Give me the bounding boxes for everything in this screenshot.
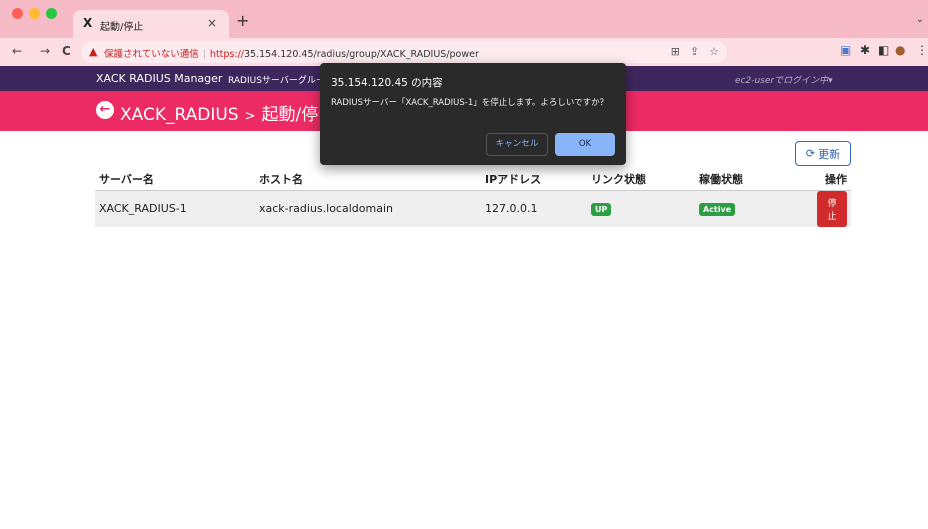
ok-button[interactable]: OK bbox=[555, 133, 615, 156]
link-status-badge: UP bbox=[591, 202, 612, 216]
browser-toolbar: ← → C ▲ 保護されていない通信 | https://35.154.120.45… bbox=[0, 38, 928, 66]
warning-icon: ▲ bbox=[89, 45, 98, 58]
col-server-name: サーバー名 bbox=[95, 168, 255, 191]
reload-button[interactable]: C bbox=[62, 44, 71, 58]
browser-tab[interactable]: X 起動/停止 × bbox=[73, 10, 229, 38]
puzzle-icon[interactable]: ✱ bbox=[860, 43, 870, 57]
confirm-dialog: 35.154.120.45 の内容 RADIUSサーバー「XACK_RADIUS… bbox=[320, 63, 626, 165]
close-window-button[interactable] bbox=[12, 8, 23, 19]
col-run-status: 稼働状態 bbox=[695, 168, 813, 191]
window-controls bbox=[12, 8, 57, 19]
server-table: サーバー名 ホスト名 IPアドレス リンク状態 稼働状態 操作 XACK_RAD… bbox=[95, 168, 851, 227]
back-arrow-icon[interactable]: ← bbox=[96, 101, 114, 119]
tab-close-icon[interactable]: × bbox=[207, 16, 217, 30]
col-host-name: ホスト名 bbox=[255, 168, 481, 191]
zoom-window-button[interactable] bbox=[46, 8, 57, 19]
cell-host-name: xack-radius.localdomain bbox=[255, 190, 481, 227]
breadcrumb-group[interactable]: XACK_RADIUS bbox=[120, 105, 239, 125]
tab-favicon-icon: X bbox=[83, 16, 93, 30]
sidepanel-icon[interactable]: ◧ bbox=[878, 43, 889, 57]
nav-radius-groups[interactable]: RADIUSサーバーグルー bbox=[228, 73, 325, 86]
new-tab-button[interactable]: + bbox=[236, 13, 249, 29]
cell-link-status: UP bbox=[587, 190, 695, 227]
cell-run-status: Active bbox=[695, 190, 813, 227]
tab-search-icon[interactable]: ⌄ bbox=[916, 14, 924, 25]
dialog-title: 35.154.120.45 の内容 bbox=[331, 77, 443, 89]
tab-title: 起動/停止 bbox=[100, 22, 144, 33]
share-icon[interactable]: ⇪ bbox=[690, 45, 699, 58]
forward-button[interactable]: → bbox=[40, 44, 50, 58]
refresh-button[interactable]: ⟳ 更新 bbox=[795, 141, 851, 166]
app-brand[interactable]: XACK RADIUS Manager bbox=[96, 72, 222, 85]
browser-tab-strip: X 起動/停止 × + ⌄ bbox=[0, 0, 928, 38]
col-ip: IPアドレス bbox=[481, 168, 587, 191]
table-row: XACK_RADIUS-1 xack-radius.localdomain 12… bbox=[95, 190, 851, 227]
menu-kebab-icon[interactable]: ⋮ bbox=[916, 43, 928, 57]
run-status-badge: Active bbox=[699, 202, 736, 216]
cell-action: 停止 bbox=[813, 190, 851, 227]
dialog-message: RADIUSサーバー「XACK_RADIUS-1」を停止します。よろしいですか？ bbox=[331, 98, 609, 108]
url-host: 35.154.120.45 bbox=[243, 49, 314, 60]
url-scheme: https:// bbox=[209, 49, 244, 60]
url-text: 保護されていない通信 | https://35.154.120.45/radius/… bbox=[104, 49, 479, 60]
extension-icon[interactable]: ▣ bbox=[840, 43, 851, 57]
security-label: 保護されていない通信 bbox=[104, 49, 199, 60]
table-header-row: サーバー名 ホスト名 IPアドレス リンク状態 稼働状態 操作 bbox=[95, 168, 851, 191]
col-link-status: リンク状態 bbox=[587, 168, 695, 191]
refresh-icon: ⟳ bbox=[805, 148, 816, 160]
omnibox-actions: ⊞ ⇪ ☆ bbox=[671, 45, 719, 58]
avatar[interactable]: ● bbox=[895, 43, 905, 57]
cell-server-name: XACK_RADIUS-1 bbox=[95, 190, 255, 227]
url-path: /radius/group/XACK_RADIUS/power bbox=[313, 49, 479, 60]
address-bar[interactable]: ▲ 保護されていない通信 | https://35.154.120.45/radiu… bbox=[81, 41, 727, 63]
bookmark-star-icon[interactable]: ☆ bbox=[709, 45, 719, 58]
refresh-label: 更新 bbox=[818, 148, 841, 161]
breadcrumb-page: 起動/停 bbox=[261, 105, 319, 125]
page-title: XACK_RADIUS > 起動/停 bbox=[120, 100, 318, 125]
login-status-menu[interactable]: ec2-userでログイン中▾ bbox=[735, 73, 833, 86]
back-button[interactable]: ← bbox=[12, 44, 22, 58]
col-action: 操作 bbox=[813, 168, 851, 191]
breadcrumb-separator: > bbox=[244, 109, 256, 124]
translate-icon[interactable]: ⊞ bbox=[671, 45, 680, 58]
stop-button[interactable]: 停止 bbox=[817, 190, 847, 227]
cell-ip: 127.0.0.1 bbox=[481, 190, 587, 227]
cancel-button[interactable]: キャンセル bbox=[486, 133, 548, 156]
minimize-window-button[interactable] bbox=[29, 8, 40, 19]
